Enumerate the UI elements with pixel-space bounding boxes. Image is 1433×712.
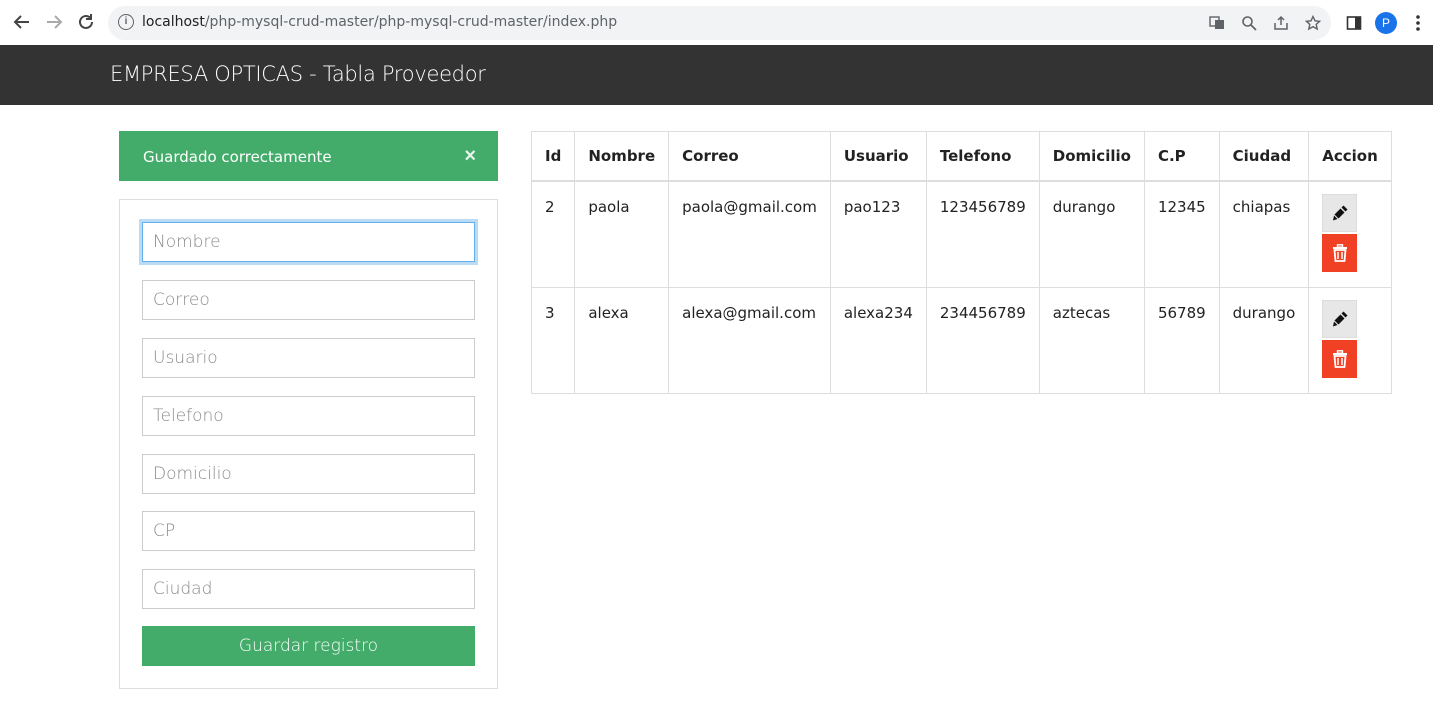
form-card: Guardar registro	[119, 199, 498, 689]
usuario-input[interactable]	[142, 338, 475, 378]
header-id: Id	[530, 131, 576, 182]
cell-id: 3	[530, 286, 576, 394]
browser-toolbar: i localhost/php-mysql-crud-master/php-my…	[0, 0, 1433, 46]
header-correo: Correo	[668, 131, 831, 182]
table-header-row: Id Nombre Correo Usuario Telefono Domici…	[530, 131, 1392, 182]
save-record-button[interactable]: Guardar registro	[142, 626, 475, 666]
share-icon[interactable]	[1272, 14, 1290, 32]
cell-domicilio: aztecas	[1038, 286, 1145, 394]
header-cp: C.P	[1143, 131, 1220, 182]
url-text: localhost/php-mysql-crud-master/php-mysq…	[142, 14, 618, 30]
cell-usuario: alexa234	[829, 286, 927, 394]
header-nombre: Nombre	[574, 131, 670, 182]
cell-id: 2	[530, 180, 576, 288]
cell-telefono: 234456789	[925, 286, 1040, 394]
cell-ciudad: durango	[1218, 286, 1310, 394]
success-alert: Guardado correctamente ×	[119, 131, 498, 181]
cell-actions	[1308, 286, 1392, 394]
header-usuario: Usuario	[829, 131, 927, 182]
table-row: 3 alexa alexa@gmail.com alexa234 2344567…	[530, 286, 1392, 394]
correo-input[interactable]	[142, 280, 475, 320]
providers-table: Id Nombre Correo Usuario Telefono Domici…	[530, 131, 1392, 394]
table-row: 2 paola paola@gmail.com pao123 123456789…	[530, 180, 1392, 288]
back-arrow-icon[interactable]	[10, 10, 34, 34]
pencil-icon	[1332, 311, 1348, 326]
ciudad-input[interactable]	[142, 569, 475, 609]
trash-icon	[1332, 349, 1347, 368]
profile-avatar[interactable]: P	[1375, 12, 1397, 34]
header-accion: Accion	[1308, 131, 1392, 182]
bookmark-star-icon[interactable]	[1304, 14, 1322, 32]
zoom-icon[interactable]	[1240, 14, 1258, 32]
reload-icon[interactable]	[74, 10, 98, 34]
app-navbar: EMPRESA OPTICAS - Tabla Proveedor	[0, 45, 1433, 105]
cell-ciudad: chiapas	[1218, 180, 1310, 288]
translate-icon[interactable]	[1208, 14, 1226, 32]
header-domicilio: Domicilio	[1038, 131, 1145, 182]
cell-domicilio: durango	[1038, 180, 1145, 288]
kebab-menu-icon[interactable]	[1407, 12, 1429, 34]
alert-message: Guardado correctamente	[143, 148, 332, 166]
nombre-input[interactable]	[142, 222, 475, 262]
telefono-input[interactable]	[142, 396, 475, 436]
header-ciudad: Ciudad	[1218, 131, 1310, 182]
cp-input[interactable]	[142, 511, 475, 551]
cell-correo: paola@gmail.com	[668, 180, 831, 288]
cell-cp: 12345	[1143, 180, 1220, 288]
forward-arrow-icon[interactable]	[42, 10, 66, 34]
navbar-brand[interactable]: EMPRESA OPTICAS - Tabla Proveedor	[110, 62, 486, 86]
cell-cp: 56789	[1143, 286, 1220, 394]
close-icon[interactable]: ×	[464, 146, 476, 166]
edit-button[interactable]	[1322, 299, 1358, 338]
delete-button[interactable]	[1322, 339, 1358, 378]
cell-nombre: alexa	[574, 286, 670, 394]
cell-usuario: pao123	[829, 180, 927, 288]
cell-telefono: 123456789	[925, 180, 1040, 288]
cell-correo: alexa@gmail.com	[668, 286, 831, 394]
header-telefono: Telefono	[925, 131, 1040, 182]
address-bar[interactable]: i localhost/php-mysql-crud-master/php-my…	[108, 6, 1331, 40]
edit-button[interactable]	[1322, 194, 1358, 232]
cell-actions	[1308, 180, 1392, 288]
trash-icon	[1332, 244, 1347, 262]
side-panel-icon[interactable]	[1343, 12, 1365, 34]
domicilio-input[interactable]	[142, 454, 475, 494]
delete-button[interactable]	[1322, 234, 1358, 272]
pencil-icon	[1332, 205, 1348, 221]
site-info-icon[interactable]: i	[118, 14, 134, 30]
cell-nombre: paola	[574, 180, 670, 288]
